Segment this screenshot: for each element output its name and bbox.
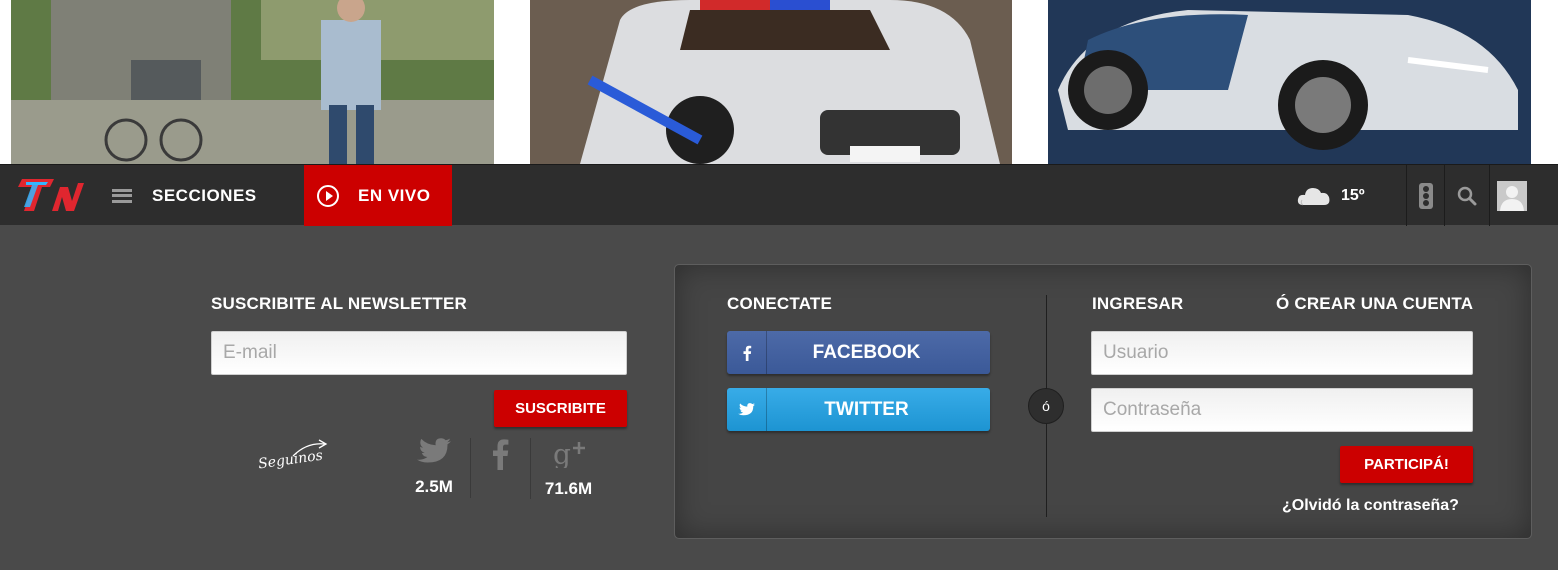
login-title: INGRESAR [1092,294,1184,313]
temperature: 15º [1341,186,1365,204]
facebook-login-label: FACEBOOK [812,341,921,363]
connect-title: CONECTATE [727,294,833,313]
news-photo-concept-car[interactable] [1048,0,1531,164]
newsletter-title: SUSCRIBITE AL NEWSLETTER [211,294,468,313]
forgot-password-link[interactable]: ¿Olvidó la contraseña? [1282,497,1459,515]
live-label: EN VIVO [358,185,431,205]
facebook-follow[interactable] [470,438,528,498]
twitter-login-button[interactable]: TWITTER [727,388,990,431]
sections-label: SECCIONES [152,185,257,205]
cloud-icon [1297,187,1330,205]
facebook-login-button[interactable]: FACEBOOK [727,331,990,374]
weather-widget[interactable]: 15º [1297,165,1365,226]
photo-strip [0,0,1558,164]
hamburger-icon [112,188,132,203]
or-badge: ó [1028,388,1064,424]
twitter-login-label: TWITTER [824,398,909,420]
password-field[interactable] [1091,388,1473,432]
twitter-bird-icon [417,438,451,463]
svg-text:g: g [553,438,571,468]
sections-menu-button[interactable]: SECCIONES [112,165,257,226]
search-button[interactable] [1444,165,1489,226]
traffic-button[interactable] [1406,165,1444,226]
curved-arrow-icon [292,439,328,457]
create-account-link[interactable]: Ó CREAR UNA CUENTA [1276,294,1473,314]
tn-logo[interactable] [16,177,84,213]
googleplus-follow[interactable]: g 71.6M [530,438,606,499]
twitter-bird-icon [727,388,767,431]
play-circle-icon [317,184,339,207]
subscribe-button[interactable]: SUSCRIBITE [494,390,627,427]
username-field[interactable] [1091,331,1473,375]
news-photo-police-car[interactable] [530,0,1012,164]
user-button[interactable] [1489,165,1534,226]
main-navbar: SECCIONES EN VIVO 15º [0,164,1558,226]
googleplus-icon: g [553,438,585,471]
participate-button[interactable]: PARTICIPÁ! [1340,446,1473,483]
email-field[interactable] [211,331,627,375]
traffic-light-icon [1418,182,1433,209]
user-avatar-icon [1497,180,1527,211]
facebook-icon [492,439,508,470]
twitter-follow[interactable]: 2.5M [404,438,464,497]
search-icon [1457,186,1477,205]
facebook-icon [727,331,767,374]
news-photo-man-with-stroller[interactable] [11,0,494,164]
googleplus-count: 71.6M [544,479,593,498]
live-button[interactable]: EN VIVO [304,165,452,226]
follow-us-label: Seguinos [255,438,335,480]
twitter-count: 2.5M [415,477,453,496]
